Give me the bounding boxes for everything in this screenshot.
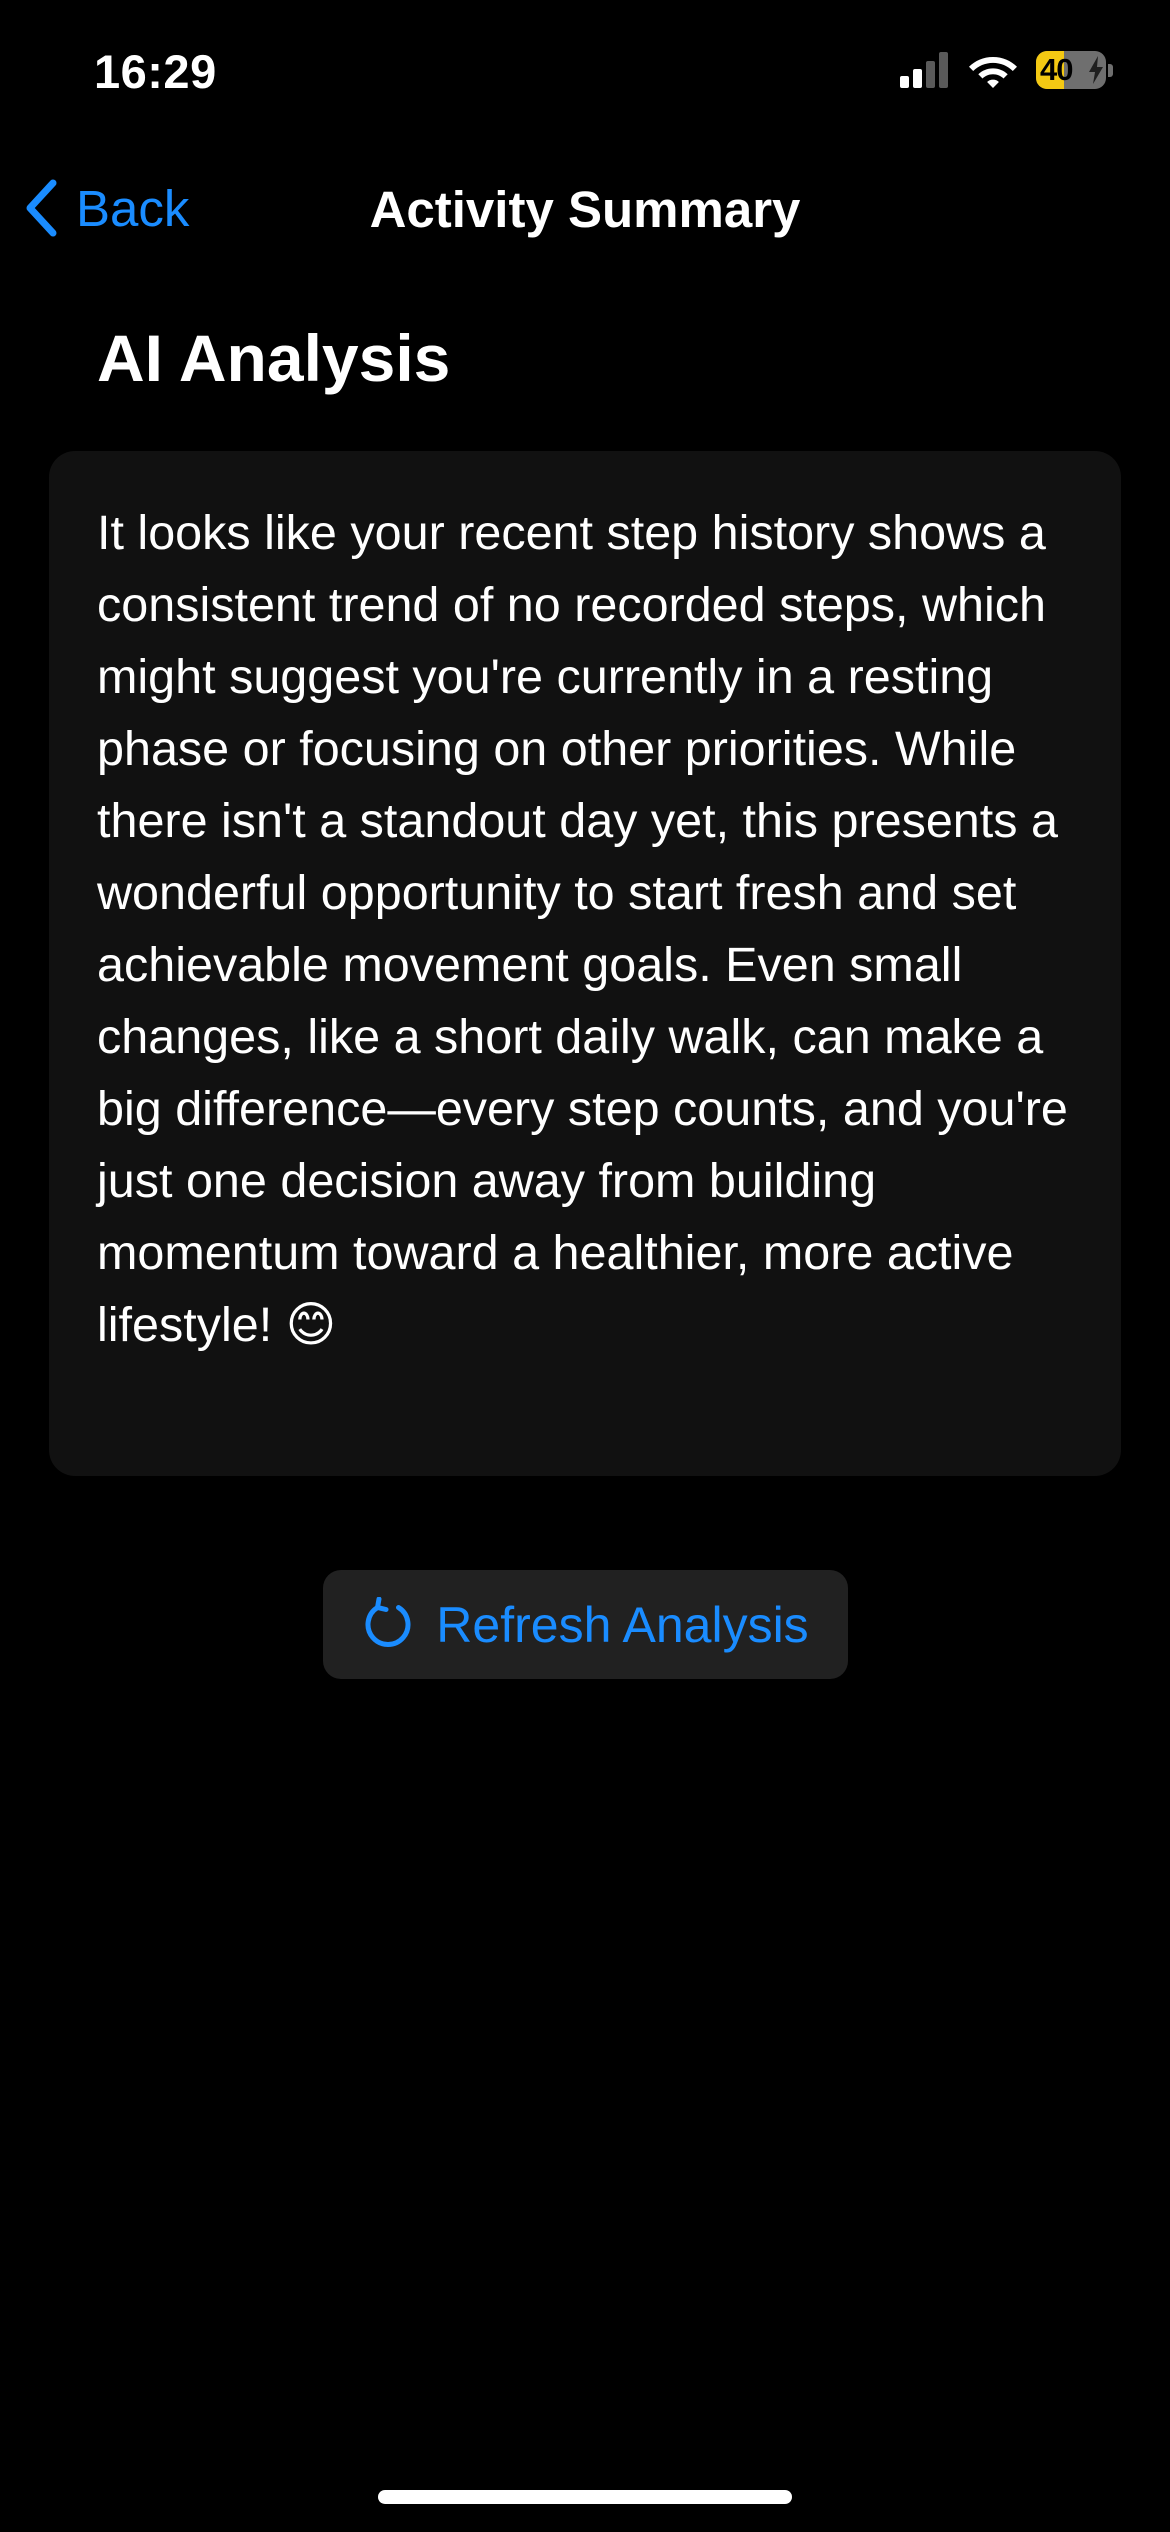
refresh-analysis-label: Refresh Analysis bbox=[436, 1596, 809, 1653]
section-title: AI Analysis bbox=[97, 321, 451, 395]
refresh-icon bbox=[365, 1596, 411, 1647]
battery-icon: 40 bbox=[1036, 50, 1114, 90]
status-bar: 16:29 40 bbox=[0, 0, 1170, 150]
analysis-card: It looks like your recent step history s… bbox=[49, 451, 1121, 1476]
status-icons: 40 bbox=[900, 50, 1114, 90]
analysis-text: It looks like your recent step history s… bbox=[97, 506, 1068, 1352]
navigation-bar: Back Activity Summary bbox=[0, 160, 1170, 256]
refresh-analysis-button[interactable]: Refresh Analysis bbox=[323, 1570, 848, 1679]
battery-level: 40 bbox=[1040, 52, 1073, 87]
home-indicator[interactable] bbox=[378, 2490, 792, 2504]
signal-icon bbox=[900, 52, 948, 88]
charging-bolt-icon bbox=[1089, 56, 1103, 84]
wifi-icon bbox=[969, 57, 1017, 88]
page-title: Activity Summary bbox=[369, 181, 801, 238]
status-time: 16:29 bbox=[94, 45, 217, 98]
